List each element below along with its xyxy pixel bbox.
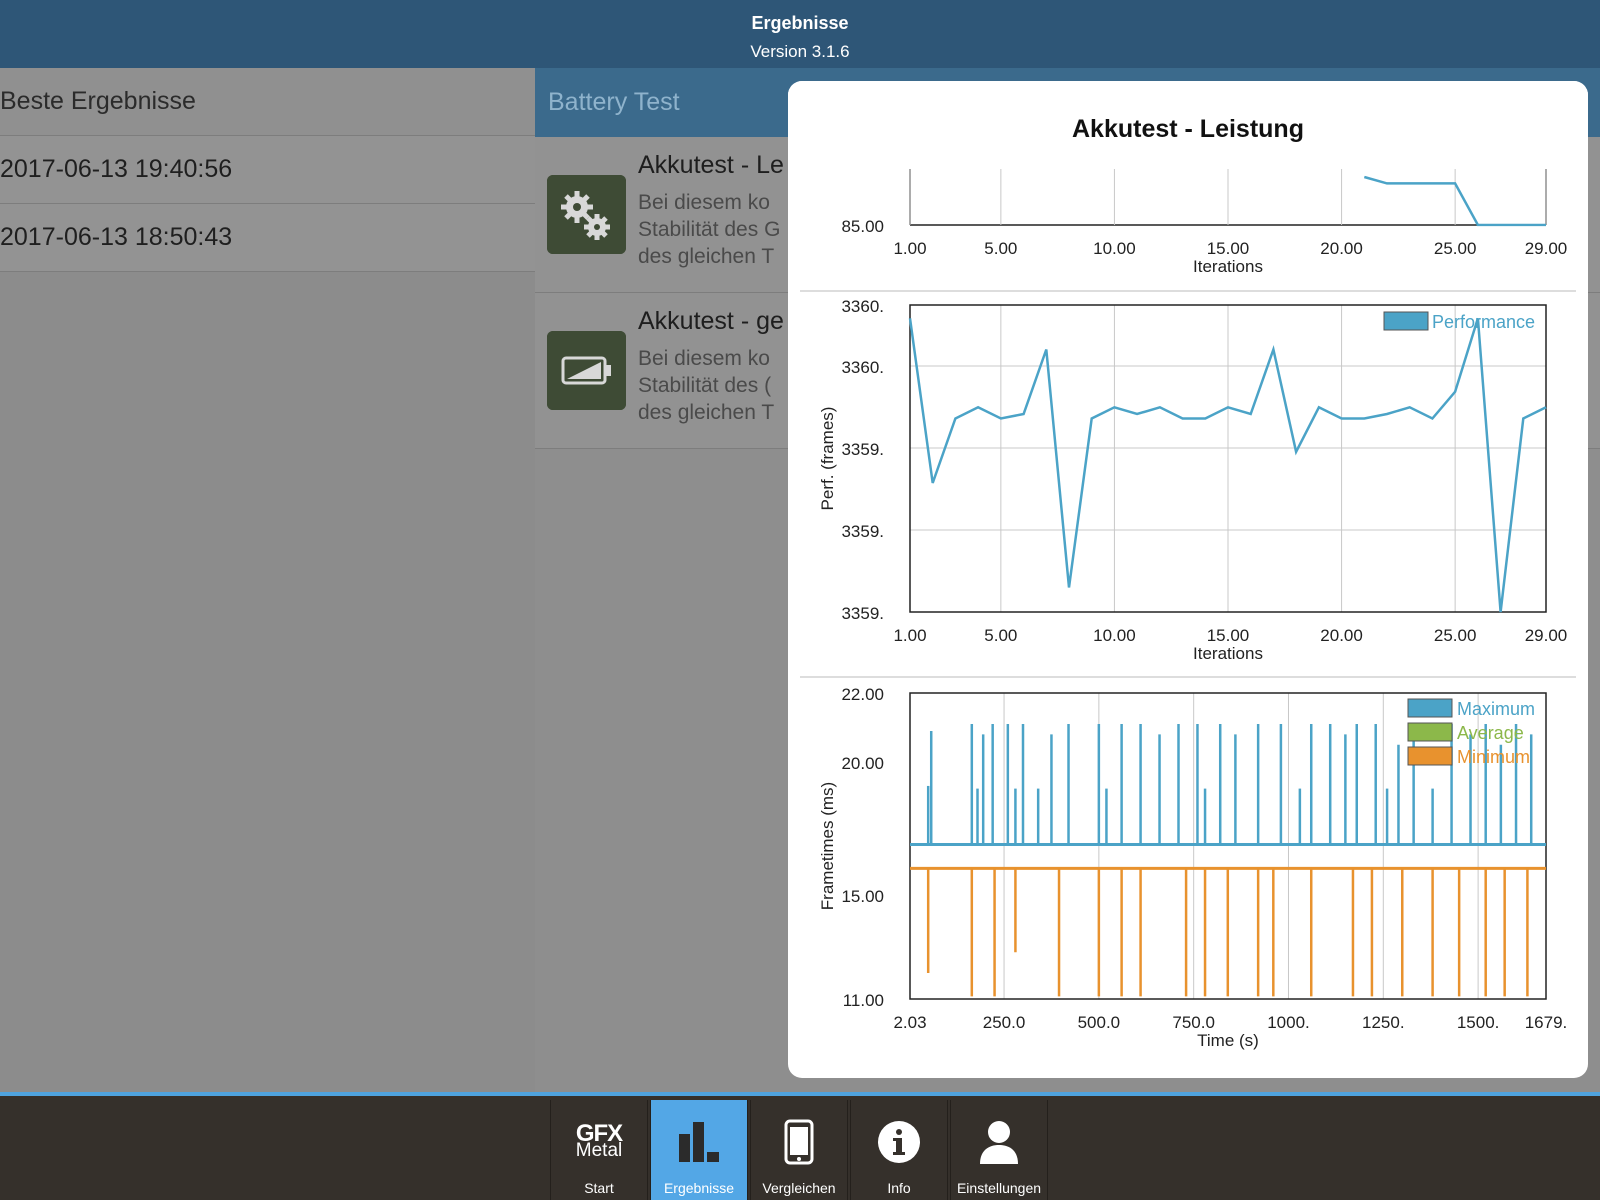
x-axis-label: Iterations bbox=[1193, 644, 1263, 663]
legend-label: Performance bbox=[1432, 312, 1535, 332]
legend-swatch bbox=[1407, 698, 1453, 718]
x-tick-label: 1679. bbox=[1525, 1013, 1568, 1032]
x-tick-label: 2.03 bbox=[893, 1013, 926, 1032]
result-row[interactable]: 2017-06-13 18:50:43 bbox=[0, 204, 535, 272]
battery-icon bbox=[547, 331, 626, 410]
tab-einstellungen[interactable]: Einstellungen bbox=[950, 1100, 1048, 1200]
x-tick-label: 5.00 bbox=[984, 239, 1017, 258]
x-tick-label: 29.00 bbox=[1525, 626, 1568, 645]
y-tick-label: 3359. bbox=[841, 522, 884, 541]
phone-icon bbox=[751, 1118, 847, 1166]
x-tick-label: 500.0 bbox=[1078, 1013, 1121, 1032]
x-tick-label: 1000. bbox=[1267, 1013, 1310, 1032]
tab-label: Info bbox=[887, 1180, 911, 1196]
legend-label: Minimum bbox=[1457, 747, 1530, 767]
x-tick-label: 10.00 bbox=[1093, 239, 1136, 258]
x-tick-label: 15.00 bbox=[1207, 626, 1250, 645]
y-tick-label: 3360. bbox=[841, 297, 884, 316]
x-tick-label: 250.0 bbox=[983, 1013, 1026, 1032]
x-tick-label: 1500. bbox=[1457, 1013, 1500, 1032]
x-tick-label: 750.0 bbox=[1172, 1013, 1215, 1032]
bar-chart-icon bbox=[651, 1118, 747, 1166]
test-title: Akkutest - ge bbox=[638, 307, 784, 335]
x-tick-label: 20.00 bbox=[1320, 626, 1363, 645]
tab-vergleichen[interactable]: Vergleichen bbox=[750, 1100, 848, 1200]
tab-label: Einstellungen bbox=[956, 1180, 1042, 1196]
test-title: Akkutest - Le bbox=[638, 151, 784, 179]
legend-swatch bbox=[1407, 746, 1453, 766]
legend-swatch bbox=[1383, 311, 1429, 331]
x-tick-label: 20.00 bbox=[1320, 239, 1363, 258]
tab-start[interactable]: GFX Metal Start bbox=[550, 1100, 648, 1200]
tab-info[interactable]: Info bbox=[850, 1100, 948, 1200]
x-tick-label: 15.00 bbox=[1207, 239, 1250, 258]
results-chart-popover[interactable]: 1.00 5.00 10.00 15.00 20.00 25.00 29.00 85.00 It… bbox=[788, 81, 1588, 1078]
x-tick-label: 29.00 bbox=[1525, 239, 1568, 258]
gfx-metal-logo-icon: GFX Metal bbox=[551, 1118, 647, 1166]
y-tick-label: 3359. bbox=[841, 604, 884, 623]
legend-label: Average bbox=[1457, 723, 1524, 743]
x-tick-label: 1.00 bbox=[893, 626, 926, 645]
version-label: Version 3.1.6 bbox=[750, 42, 850, 61]
x-axis-label: Iterations bbox=[1193, 257, 1263, 276]
y-tick-label: 20.00 bbox=[841, 754, 884, 773]
x-tick-label: 25.00 bbox=[1434, 626, 1477, 645]
legend-swatch bbox=[1407, 722, 1453, 742]
gears-icon bbox=[547, 175, 626, 254]
page-title: Ergebnisse bbox=[751, 13, 849, 33]
navigation-bar: Ergebnisse Version 3.1.6 bbox=[0, 0, 1600, 68]
chart-popover-title: Akkutest - Leistung bbox=[1072, 115, 1304, 143]
y-tick-label: 22.00 bbox=[841, 685, 884, 704]
result-row[interactable]: 2017-06-13 19:40:56 bbox=[0, 136, 535, 204]
y-axis-label: Frametimes (ms) bbox=[818, 782, 837, 910]
y-tick-label: 3359. bbox=[841, 440, 884, 459]
charts-canvas: 1.00 5.00 10.00 15.00 20.00 25.00 29.00 85.00 It… bbox=[788, 81, 1588, 1050]
x-tick-label: 1250. bbox=[1362, 1013, 1405, 1032]
x-tick-label: 25.00 bbox=[1434, 239, 1477, 258]
person-icon bbox=[951, 1118, 1047, 1166]
test-description: Bei diesem ko Stabilität des ( des gleic… bbox=[638, 347, 775, 424]
tab-label: Ergebnisse bbox=[663, 1180, 735, 1196]
results-list-pane: Beste Ergebnisse 2017-06-13 19:40:56 201… bbox=[0, 68, 535, 1092]
x-axis-label: Time (s) bbox=[1197, 1031, 1259, 1050]
tab-ergebnisse[interactable]: Ergebnisse bbox=[650, 1100, 748, 1200]
legend-label: Maximum bbox=[1457, 699, 1535, 719]
x-tick-label: 1.00 bbox=[893, 239, 926, 258]
x-tick-label: 5.00 bbox=[984, 626, 1017, 645]
y-tick-label: 85.00 bbox=[841, 217, 884, 236]
tab-label: Vergleichen bbox=[762, 1180, 836, 1196]
info-icon bbox=[851, 1118, 947, 1166]
test-description: Bei diesem ko Stabilität des G des gleic… bbox=[638, 191, 781, 268]
y-axis-label: Perf. (frames) bbox=[818, 407, 837, 511]
y-tick-label: 11.00 bbox=[843, 991, 884, 1010]
y-tick-label: 3360. bbox=[841, 358, 884, 377]
logo-line-2: Metal bbox=[575, 1140, 623, 1161]
tab-label: Start bbox=[584, 1180, 614, 1196]
y-tick-label: 15.00 bbox=[841, 887, 884, 906]
x-tick-label: 10.00 bbox=[1093, 626, 1136, 645]
tab-bar: GFX Metal Start Ergebnisse Vergleichen I… bbox=[0, 1092, 1600, 1200]
best-results-header[interactable]: Beste Ergebnisse bbox=[0, 68, 535, 136]
